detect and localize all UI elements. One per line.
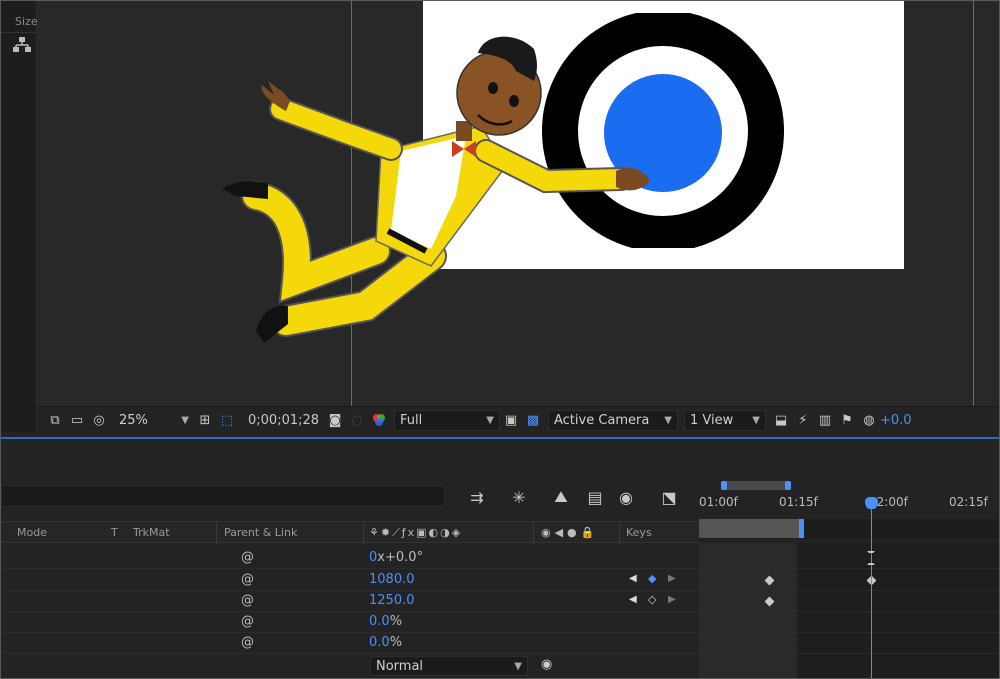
resolution-dropdown[interactable]: Full ▼ xyxy=(394,409,500,431)
prev-keyframe-icon[interactable]: ◀ xyxy=(629,573,637,584)
av-features-icons[interactable]: ◉◀●🔒 xyxy=(541,526,598,539)
t-column[interactable]: T xyxy=(111,526,118,539)
target-region-icon[interactable]: ⊞ xyxy=(194,409,216,431)
playhead-line[interactable] xyxy=(871,497,872,678)
camera-value: Active Camera xyxy=(554,412,650,428)
draft-3d-icon[interactable]: ✳ xyxy=(508,487,530,507)
monitor-icon[interactable]: ▭ xyxy=(66,409,88,431)
chevron-down-icon: ▼ xyxy=(181,414,189,426)
project-panel-strip xyxy=(1,1,37,432)
property-row[interactable]: @ 1080.0 ◀ ◆ ▶ xyxy=(1,570,699,591)
timeline-icon[interactable]: ▥ xyxy=(814,409,836,431)
track-row xyxy=(699,548,999,569)
track-row xyxy=(699,612,999,633)
eye-icon[interactable]: ◉ xyxy=(541,657,552,672)
show-snapshot-icon[interactable]: ◌ xyxy=(346,409,368,431)
pick-whip-icon[interactable]: @ xyxy=(241,550,254,565)
ruler-tick-label: 01:00f xyxy=(699,495,738,509)
percent-value-1[interactable]: 0.0% xyxy=(369,614,402,629)
transparency-grid-icon[interactable]: ⬚ xyxy=(216,409,238,431)
rotation-value[interactable]: 0x+0.0° xyxy=(369,550,423,565)
view-layout-dropdown[interactable]: 1 View ▼ xyxy=(684,409,766,431)
snapshot-toggle-icon[interactable]: ⧉ xyxy=(44,409,66,431)
exposure-value[interactable]: +0.0 xyxy=(880,413,912,428)
size-column-header[interactable]: Size xyxy=(1,11,38,33)
mode-column[interactable]: Mode xyxy=(17,526,47,539)
pixel-aspect-icon[interactable]: ⬓ xyxy=(770,409,792,431)
keys-column[interactable]: Keys xyxy=(626,526,652,539)
blend-mode-dropdown[interactable]: Normal ▼ xyxy=(370,656,528,676)
percent-value-2[interactable]: 0.0% xyxy=(369,635,402,650)
zoom-dropdown[interactable]: 25% ▼ xyxy=(114,410,194,431)
keyframe-marker[interactable] xyxy=(764,575,775,586)
time-ruler[interactable]: 01:00f 01:15f 02:00f 02:15f xyxy=(699,475,999,521)
y-position-value[interactable]: 1250.0 xyxy=(369,593,415,608)
parent-link-column[interactable]: Parent & Link xyxy=(224,526,297,539)
zoom-value: 25% xyxy=(119,412,148,428)
toggle-transparency-icon[interactable]: ▩ xyxy=(522,409,544,431)
ruler-tick-label: 01:15f xyxy=(779,495,818,509)
pick-whip-icon[interactable]: @ xyxy=(241,593,254,608)
column-header: Mode T TrkMat Parent & Link ⚘✹⟋ƒx▣◐◑◈ ◉◀… xyxy=(1,521,699,544)
pick-whip-icon[interactable]: @ xyxy=(241,614,254,629)
viewer-toolbar: ⧉ ▭ ◎ 25% ▼ ⊞ ⬚ 0;00;01;28 ◙ ◌ Full ▼ ▣ ▩ … xyxy=(38,406,999,433)
add-keyframe-icon[interactable]: ◆ xyxy=(648,572,656,585)
ruler-tick-label: 02:15f xyxy=(949,495,988,509)
keyframe-marker[interactable] xyxy=(764,596,775,607)
fast-previews-icon[interactable]: ⚡ xyxy=(792,409,814,431)
region-of-interest-icon[interactable]: ▣ xyxy=(500,409,522,431)
channel-icon[interactable] xyxy=(368,409,390,431)
blend-mode-value: Normal xyxy=(376,658,424,674)
pick-whip-icon[interactable]: @ xyxy=(241,635,254,650)
chevron-down-icon: ▼ xyxy=(514,660,522,672)
switches-icons[interactable]: ⚘✹⟋ƒx▣◐◑◈ xyxy=(369,526,462,540)
next-keyframe-icon[interactable]: ▶ xyxy=(668,573,676,584)
after-effects-window: Size ⧉ ▭ ◎ 25% ▼ ⊞ ⬚ 0;00;01;28 ◙ ◌ Full… xyxy=(0,0,1000,679)
property-row[interactable]: @ 1250.0 ◀ ◇ ▶ xyxy=(1,591,699,612)
character-illustration xyxy=(222,36,650,343)
work-area-end-handle[interactable] xyxy=(799,519,804,538)
next-keyframe-icon[interactable]: ▶ xyxy=(668,594,676,605)
current-timecode[interactable]: 0;00;01;28 xyxy=(248,413,324,428)
chevron-down-icon: ▼ xyxy=(752,414,760,426)
frame-blending-icon[interactable]: ▤ xyxy=(584,487,606,507)
x-position-value[interactable]: 1080.0 xyxy=(369,572,415,587)
comp-mini-flowchart-icon[interactable]: ⇉ xyxy=(466,487,488,507)
layer-search-input[interactable] xyxy=(1,485,445,507)
flowchart-icon[interactable]: ⚑ xyxy=(836,409,858,431)
navigator-end-handle[interactable] xyxy=(785,481,791,490)
graph-editor-icon[interactable]: ⬔ xyxy=(658,487,680,507)
navigator-start-handle[interactable] xyxy=(721,481,727,490)
playhead-bracket xyxy=(867,551,875,565)
shy-layers-icon[interactable]: ⛰ xyxy=(550,487,572,507)
work-area-bar[interactable] xyxy=(699,519,999,539)
track-row xyxy=(699,591,999,612)
add-keyframe-icon[interactable]: ◇ xyxy=(648,593,656,606)
chevron-down-icon: ▼ xyxy=(664,414,672,426)
property-row[interactable]: @ 0x+0.0° xyxy=(1,548,699,569)
exposure-reset-icon[interactable]: ◍ xyxy=(858,409,880,431)
keyframe-tracks[interactable] xyxy=(699,543,999,678)
time-navigator-bar[interactable] xyxy=(721,481,791,490)
prev-keyframe-icon[interactable]: ◀ xyxy=(629,594,637,605)
motion-blur-icon[interactable]: ◉ xyxy=(615,487,637,507)
mask-icon[interactable]: ◎ xyxy=(88,409,110,431)
playhead-handle[interactable] xyxy=(865,497,878,509)
hierarchy-icon[interactable] xyxy=(13,37,31,53)
trkmat-column[interactable]: TrkMat xyxy=(133,526,170,539)
track-row xyxy=(699,570,999,591)
property-row[interactable]: @ 0.0% xyxy=(1,633,699,654)
guide-line-right[interactable] xyxy=(973,1,974,406)
camera-dropdown[interactable]: Active Camera ▼ xyxy=(548,409,678,431)
track-row xyxy=(699,633,999,654)
camera-snapshot-icon[interactable]: ◙ xyxy=(324,409,346,431)
chevron-down-icon: ▼ xyxy=(486,414,494,426)
view-layout-value: 1 View xyxy=(690,412,734,428)
pick-whip-icon[interactable]: @ xyxy=(241,572,254,587)
work-area-range[interactable] xyxy=(699,519,803,538)
resolution-value: Full xyxy=(400,412,423,428)
property-row[interactable]: @ 0.0% xyxy=(1,612,699,633)
